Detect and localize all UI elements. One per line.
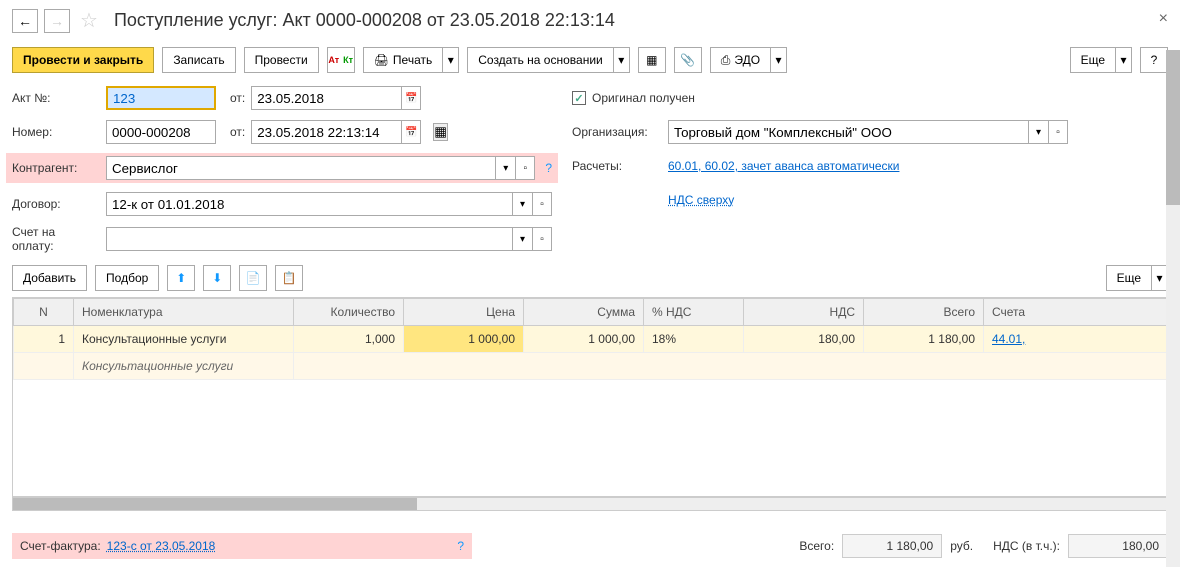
edo-dropdown[interactable]: ▾ bbox=[771, 47, 787, 73]
edo-icon: ⎙ bbox=[721, 53, 731, 68]
files-button[interactable]: ▦ bbox=[638, 47, 666, 73]
close-icon[interactable]: × bbox=[1159, 10, 1168, 28]
invoice-pay-open[interactable]: ▫ bbox=[532, 227, 552, 251]
act-no-label: Акт №: bbox=[12, 91, 100, 105]
attach-button[interactable]: 📎 bbox=[674, 47, 702, 73]
invoice-pay-label: Счет на оплату: bbox=[12, 225, 100, 253]
vat-footer-label: НДС (в т.ч.): bbox=[993, 539, 1060, 553]
copy-icon: 📄 bbox=[246, 271, 261, 285]
items-table[interactable]: N Номенклатура Количество Цена Сумма % Н… bbox=[12, 297, 1168, 497]
print-dropdown[interactable]: ▾ bbox=[443, 47, 459, 73]
more-button[interactable]: Еще bbox=[1070, 47, 1116, 73]
contragent-input[interactable] bbox=[106, 156, 495, 180]
col-accounts[interactable]: Счета bbox=[984, 299, 1167, 326]
arrow-up-icon: ⬆ bbox=[176, 271, 186, 285]
calendar-icon: 📅 bbox=[405, 93, 417, 104]
col-vat[interactable]: НДС bbox=[744, 299, 864, 326]
contract-open[interactable]: ▫ bbox=[532, 192, 552, 216]
col-sum[interactable]: Сумма bbox=[524, 299, 644, 326]
nav-forward-button[interactable]: → bbox=[44, 9, 70, 33]
number-label: Номер: bbox=[12, 125, 100, 139]
arrow-down-icon: ⬇ bbox=[212, 271, 222, 285]
col-nomenclature[interactable]: Номенклатура bbox=[74, 299, 294, 326]
col-n[interactable]: N bbox=[14, 299, 74, 326]
total-value: 1 180,00 bbox=[842, 534, 942, 558]
paste-icon: 📋 bbox=[282, 271, 297, 285]
dtkt-button[interactable]: АтКт bbox=[327, 47, 355, 73]
org-open[interactable]: ▫ bbox=[1048, 120, 1068, 144]
number-date-calendar-button[interactable]: 📅 bbox=[401, 120, 421, 144]
create-based-dropdown[interactable]: ▾ bbox=[614, 47, 630, 73]
paste-button[interactable]: 📋 bbox=[275, 265, 303, 291]
add-row-button[interactable]: Добавить bbox=[12, 265, 87, 291]
org-label: Организация: bbox=[572, 125, 662, 139]
contragent-label: Контрагент: bbox=[12, 161, 100, 175]
table-row-desc[interactable]: Консультационные услуги bbox=[14, 353, 1167, 380]
print-button[interactable]: 🖨Печать bbox=[363, 47, 444, 73]
number-extra-button[interactable]: ▦ bbox=[433, 123, 448, 141]
checkbox-icon: ✓ bbox=[572, 91, 586, 105]
move-up-button[interactable]: ⬆ bbox=[167, 265, 195, 291]
invoice-help[interactable]: ? bbox=[457, 539, 464, 553]
acct-link[interactable]: 44.01, bbox=[992, 332, 1025, 346]
more-dropdown[interactable]: ▾ bbox=[1116, 47, 1132, 73]
create-based-button[interactable]: Создать на основании bbox=[467, 47, 614, 73]
calendar-icon: 📅 bbox=[405, 127, 417, 138]
total-label: Всего: bbox=[799, 539, 834, 553]
move-down-button[interactable]: ⬇ bbox=[203, 265, 231, 291]
currency-label: руб. bbox=[950, 539, 973, 553]
act-date-input[interactable] bbox=[251, 86, 401, 110]
col-total[interactable]: Всего bbox=[864, 299, 984, 326]
horizontal-scrollbar[interactable] bbox=[12, 497, 1168, 511]
col-qty[interactable]: Количество bbox=[294, 299, 404, 326]
submit-button[interactable]: Провести bbox=[244, 47, 319, 73]
edo-button[interactable]: ⎙ЭДО bbox=[710, 47, 771, 73]
table-more-button[interactable]: Еще bbox=[1106, 265, 1152, 291]
paperclip-icon: 📎 bbox=[680, 53, 695, 67]
print-icon: 🖨 bbox=[374, 53, 389, 67]
invoice-label: Счет-фактура: bbox=[20, 539, 101, 553]
contract-label: Договор: bbox=[12, 197, 100, 211]
calc-label: Расчеты: bbox=[572, 159, 662, 173]
invoice-link[interactable]: 123-с от 23.05.2018 bbox=[107, 539, 216, 553]
invoice-pay-input[interactable] bbox=[106, 227, 512, 251]
from-label-2: от: bbox=[230, 125, 245, 139]
contract-dropdown[interactable]: ▾ bbox=[512, 192, 532, 216]
save-button[interactable]: Записать bbox=[162, 47, 235, 73]
vat-link[interactable]: НДС сверху bbox=[668, 193, 734, 207]
submit-close-button[interactable]: Провести и закрыть bbox=[12, 47, 154, 73]
act-no-input[interactable] bbox=[106, 86, 216, 110]
calc-link[interactable]: 60.01, 60.02, зачет аванса автоматически bbox=[668, 159, 899, 173]
pick-button[interactable]: Подбор bbox=[95, 265, 159, 291]
table-row[interactable]: 1 Консультационные услуги 1,000 1 000,00… bbox=[14, 326, 1167, 353]
favorite-star-icon[interactable]: ☆ bbox=[80, 8, 98, 33]
help-button[interactable]: ? bbox=[1140, 47, 1168, 73]
contract-input[interactable] bbox=[106, 192, 512, 216]
org-input[interactable] bbox=[668, 120, 1028, 144]
vat-value: 180,00 bbox=[1068, 534, 1168, 558]
copy-button[interactable]: 📄 bbox=[239, 265, 267, 291]
org-dropdown[interactable]: ▾ bbox=[1028, 120, 1048, 144]
invoice-pay-dropdown[interactable]: ▾ bbox=[512, 227, 532, 251]
col-vat-pct[interactable]: % НДС bbox=[644, 299, 744, 326]
nav-back-button[interactable]: ← bbox=[12, 9, 38, 33]
number-input[interactable] bbox=[106, 120, 216, 144]
act-date-calendar-button[interactable]: 📅 bbox=[401, 86, 421, 110]
contragent-open[interactable]: ▫ bbox=[515, 156, 535, 180]
contragent-dropdown[interactable]: ▾ bbox=[495, 156, 515, 180]
page-title: Поступление услуг: Акт 0000-000208 от 23… bbox=[114, 10, 615, 31]
number-date-input[interactable] bbox=[251, 120, 401, 144]
from-label-1: от: bbox=[230, 91, 245, 105]
col-price[interactable]: Цена bbox=[404, 299, 524, 326]
original-received-checkbox[interactable]: ✓ Оригинал получен bbox=[572, 91, 695, 105]
contragent-help[interactable]: ? bbox=[545, 161, 552, 175]
vertical-scrollbar[interactable] bbox=[1166, 50, 1180, 567]
